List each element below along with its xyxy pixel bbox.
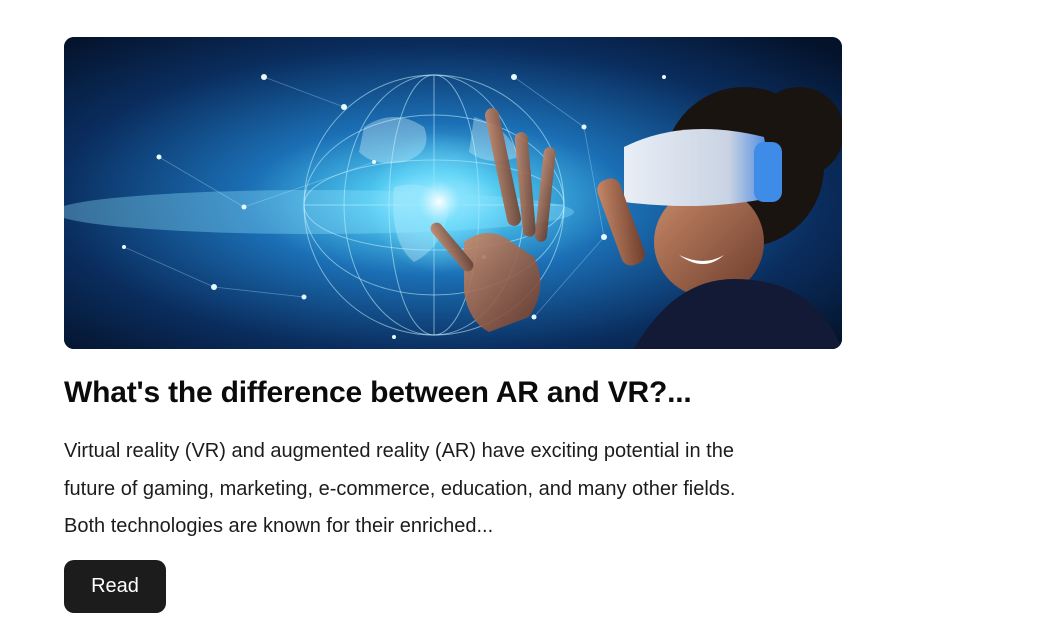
article-excerpt: Virtual reality (VR) and augmented reali… xyxy=(64,433,854,546)
article-card: What's the difference between AR and VR?… xyxy=(64,37,842,613)
excerpt-line: Both technologies are known for their en… xyxy=(64,515,494,537)
article-title[interactable]: What's the difference between AR and VR?… xyxy=(64,373,842,413)
excerpt-line: future of gaming, marketing, e-commerce,… xyxy=(64,477,736,500)
read-button[interactable]: Read xyxy=(64,559,166,613)
excerpt-line: Virtual reality (VR) and augmented reali… xyxy=(64,440,734,462)
article-image[interactable] xyxy=(64,37,842,349)
vr-globe-photo-icon xyxy=(64,37,842,349)
